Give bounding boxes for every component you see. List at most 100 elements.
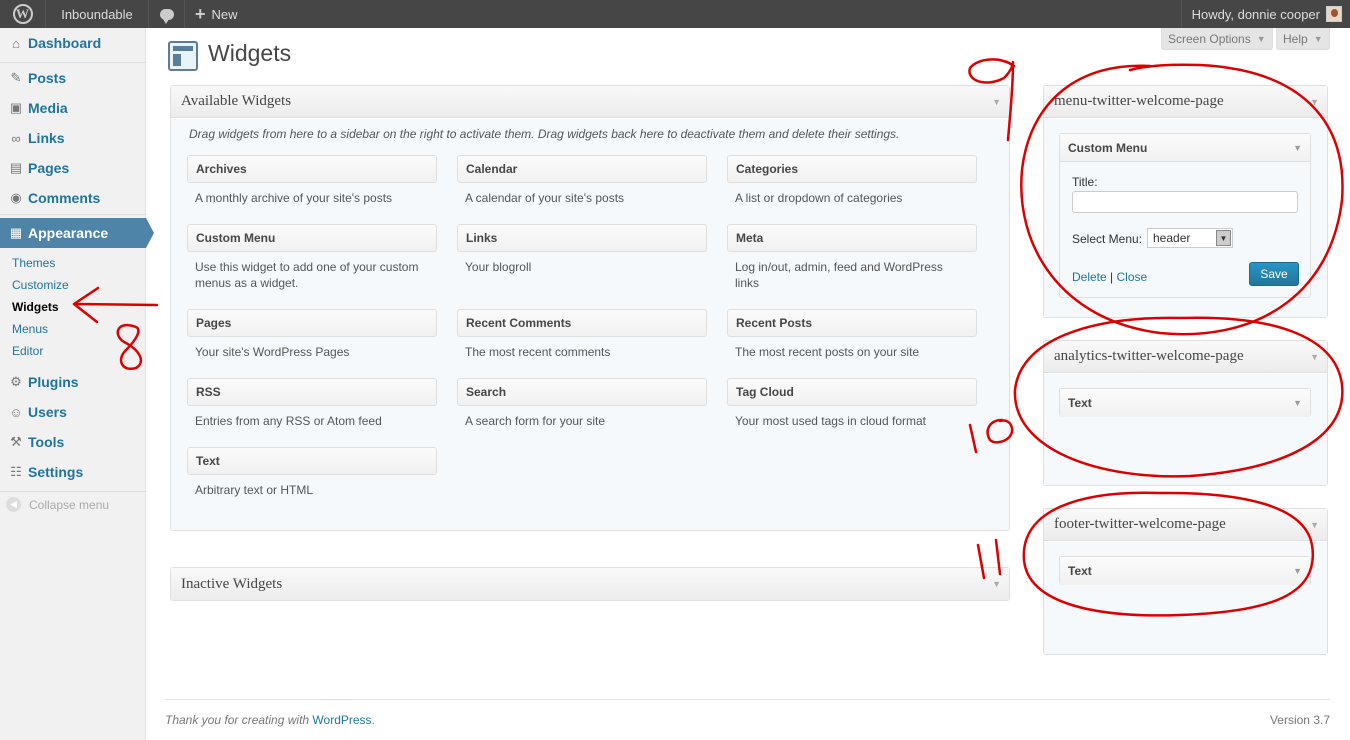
page-title: Widgets — [208, 40, 292, 66]
screen-options-button[interactable]: Screen Options ▼ — [1161, 28, 1273, 50]
my-account-menu[interactable]: Howdy, donnie cooper — [1180, 0, 1350, 28]
submenu-item-menus[interactable]: Menus — [12, 322, 48, 336]
sidebar-header[interactable]: analytics-twitter-welcome-page ▼ — [1044, 341, 1327, 373]
menu-item-plugins[interactable]: ⚙ Plugins — [0, 367, 146, 397]
menu-item-pages[interactable]: ▤ Pages — [0, 153, 146, 183]
wordpress-link[interactable]: WordPress — [312, 713, 371, 727]
menu-item-media[interactable]: ▣ Media — [0, 93, 146, 123]
chevron-down-icon[interactable]: ▼ — [1310, 97, 1319, 107]
menu-item-dashboard[interactable]: ⌂ Dashboard — [0, 28, 146, 58]
submenu-item-customize[interactable]: Customize — [12, 278, 69, 292]
menu-item-comments[interactable]: ◉ Comments — [0, 183, 146, 213]
inactive-widgets-header[interactable]: Inactive Widgets ▼ — [171, 568, 1009, 600]
menu-label: Comments — [28, 190, 101, 206]
sidebar-widget-header[interactable]: Text ▼ — [1060, 389, 1310, 417]
widget-title[interactable]: Recent Posts — [727, 309, 977, 337]
chevron-down-icon[interactable]: ▼ — [1293, 566, 1302, 576]
widget-title[interactable]: Calendar — [457, 155, 707, 183]
chevron-down-icon: ▼ — [1256, 33, 1266, 44]
chevron-down-icon: ▼ — [1216, 230, 1231, 246]
menu-label: Tools — [28, 434, 65, 450]
widget-title[interactable]: Pages — [187, 309, 437, 337]
sidebar-widget-header[interactable]: Custom Menu ▼ — [1060, 134, 1310, 162]
widget-description: A calendar of your site's posts — [465, 191, 625, 205]
sidebar-header[interactable]: footer-twitter-welcome-page ▼ — [1044, 509, 1327, 541]
chevron-down-icon[interactable]: ▼ — [1293, 398, 1302, 408]
select-menu-label: Select Menu: — [1072, 232, 1143, 246]
widget-title[interactable]: RSS — [187, 378, 437, 406]
widget-rss[interactable]: RSS Entries from any RSS or Atom feed — [187, 378, 437, 429]
widget-title[interactable]: Text — [187, 447, 437, 475]
submenu-item-editor[interactable]: Editor — [12, 344, 43, 358]
widget-custom-menu[interactable]: Custom Menu Use this widget to add one o… — [187, 224, 437, 291]
sidebar-header[interactable]: menu-twitter-welcome-page ▼ — [1044, 86, 1327, 118]
widget-search[interactable]: Search A search form for your site — [457, 378, 707, 429]
menu-label: Plugins — [28, 374, 79, 390]
comments-icon: ◉ — [10, 190, 22, 205]
select-menu-dropdown[interactable]: header ▼ — [1147, 228, 1233, 248]
submenu-item-themes[interactable]: Themes — [12, 256, 55, 270]
chevron-down-icon[interactable]: ▼ — [1310, 352, 1319, 362]
chevron-down-icon[interactable]: ▼ — [1293, 143, 1302, 153]
widget-recent-comments[interactable]: Recent Comments The most recent comments — [457, 309, 707, 360]
plugins-icon: ⚙ — [10, 374, 22, 389]
widget-categories[interactable]: Categories A list or dropdown of categor… — [727, 155, 977, 206]
help-button[interactable]: Help ▼ — [1276, 28, 1330, 50]
widget-links[interactable]: Links Your blogroll — [457, 224, 707, 275]
menu-item-users[interactable]: ☺ Users — [0, 397, 146, 427]
menu-label: Settings — [28, 464, 84, 480]
menu-item-links[interactable]: ∞ Links — [0, 123, 146, 153]
widget-title[interactable]: Categories — [727, 155, 977, 183]
widget-title[interactable]: Meta — [727, 224, 977, 252]
pages-icon: ▤ — [9, 160, 23, 175]
widget-archives[interactable]: Archives A monthly archive of your site'… — [187, 155, 437, 206]
site-name-link[interactable]: Inboundable — [46, 0, 149, 28]
available-widgets-header[interactable]: Available Widgets ▼ — [171, 86, 1009, 118]
menu-item-appearance[interactable]: ▦ Appearance — [0, 218, 154, 248]
sidebar-title: footer-twitter-welcome-page — [1054, 516, 1226, 532]
widget-title[interactable]: Recent Comments — [457, 309, 707, 337]
widget-calendar[interactable]: Calendar A calendar of your site's posts — [457, 155, 707, 206]
widget-title[interactable]: Archives — [187, 155, 437, 183]
delete-link[interactable]: Delete — [1072, 270, 1107, 284]
menu-label: Appearance — [28, 225, 109, 241]
new-content-menu[interactable]: + New — [185, 0, 248, 28]
sidebar-menu-twitter-welcome-page: menu-twitter-welcome-page ▼ Custom Menu … — [1043, 85, 1328, 318]
chevron-down-icon[interactable]: ▼ — [992, 579, 1001, 589]
collapse-menu-button[interactable]: ◀ Collapse menu — [6, 497, 109, 512]
widget-title[interactable]: Links — [457, 224, 707, 252]
close-link[interactable]: Close — [1117, 270, 1148, 284]
comments-link[interactable] — [149, 0, 185, 28]
submenu-item-widgets[interactable]: Widgets — [12, 300, 59, 314]
panel-title: Available Widgets — [181, 93, 292, 109]
posts-pin-icon: ✎ — [10, 70, 22, 85]
wp-logo-menu[interactable]: W — [0, 0, 46, 28]
wordpress-logo-icon: W — [12, 4, 33, 24]
chevron-down-icon[interactable]: ▼ — [992, 97, 1001, 107]
chevron-down-icon[interactable]: ▼ — [1310, 520, 1319, 530]
footer-thanks-text: Thank you for creating with — [165, 713, 310, 727]
admin-menu: ⌂ Dashboard ✎ Posts ▣ Media ∞ Links ▤ Pa… — [0, 28, 154, 740]
widget-meta[interactable]: Meta Log in/out, admin, feed and WordPre… — [727, 224, 977, 291]
widget-tag-cloud[interactable]: Tag Cloud Your most used tags in cloud f… — [727, 378, 977, 429]
widget-pages[interactable]: Pages Your site's WordPress Pages — [187, 309, 437, 360]
menu-item-posts[interactable]: ✎ Posts — [0, 63, 146, 93]
widget-description: Log in/out, admin, feed and WordPress li… — [735, 260, 943, 290]
widget-title[interactable]: Tag Cloud — [727, 378, 977, 406]
dashboard-icon: ⌂ — [12, 35, 20, 51]
plus-icon: + — [195, 3, 206, 24]
save-button[interactable]: Save — [1249, 262, 1299, 286]
footer-version: Version 3.7 — [1269, 713, 1330, 727]
widget-description: Arbitrary text or HTML — [195, 483, 314, 497]
menu-item-tools[interactable]: ⚒ Tools — [0, 427, 146, 457]
widget-text[interactable]: Text Arbitrary text or HTML — [187, 447, 437, 498]
sidebar-widget-header[interactable]: Text ▼ — [1060, 557, 1310, 585]
widget-recent-posts[interactable]: Recent Posts The most recent posts on yo… — [727, 309, 977, 360]
widget-title[interactable]: Custom Menu — [187, 224, 437, 252]
menu-item-settings[interactable]: ☷ Settings — [0, 457, 146, 487]
title-input[interactable] — [1072, 191, 1298, 213]
widget-description: Use this widget to add one of your custo… — [195, 260, 419, 290]
sidebar-analytics-twitter-welcome-page: analytics-twitter-welcome-page ▼ Text ▼ — [1043, 340, 1328, 486]
widget-title[interactable]: Search — [457, 378, 707, 406]
settings-icon: ☷ — [10, 464, 22, 479]
